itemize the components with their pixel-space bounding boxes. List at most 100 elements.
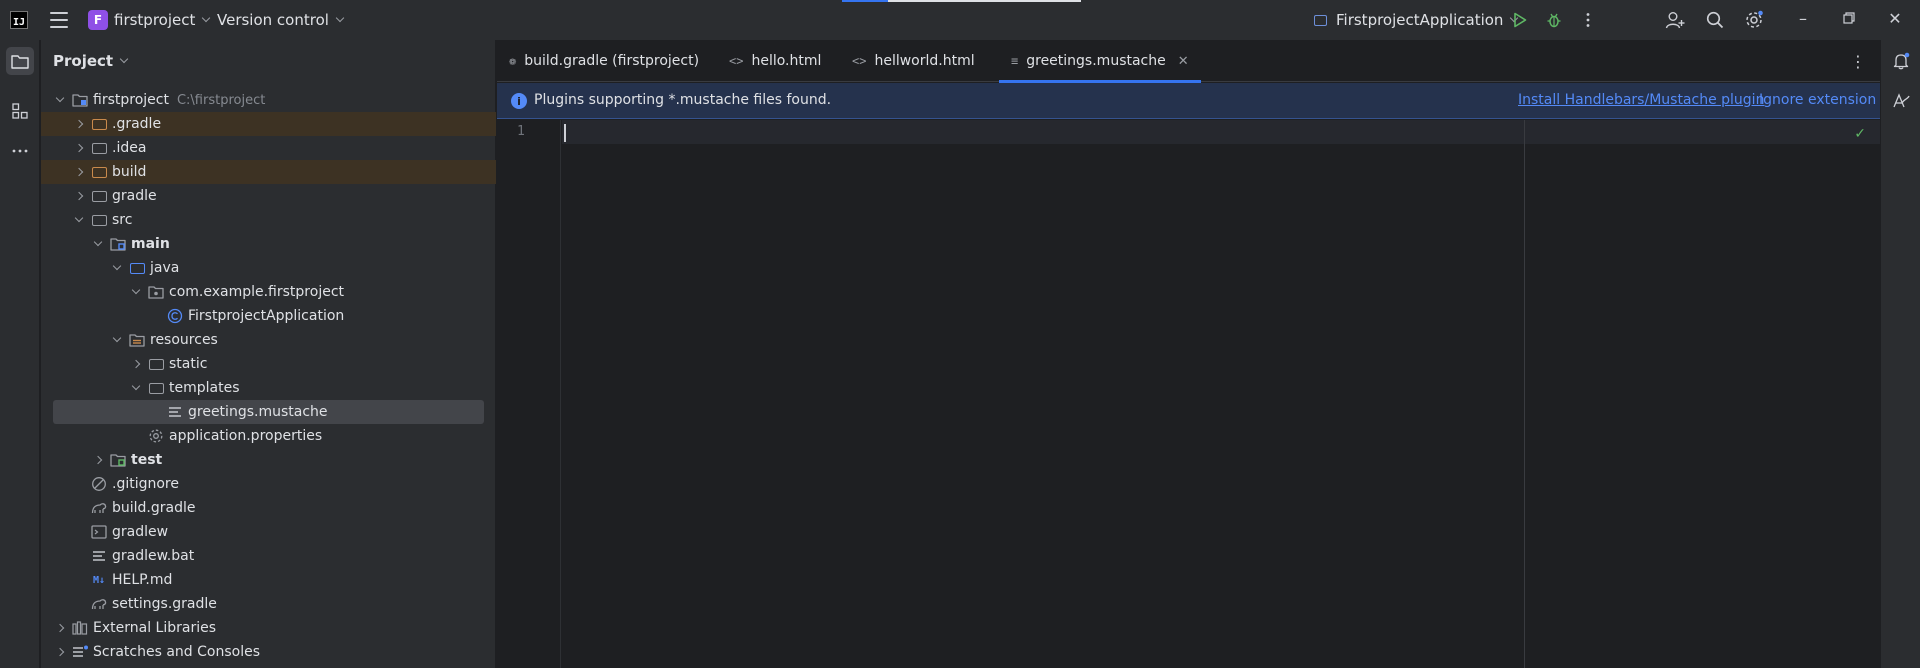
tree-item-label: Scratches and Consoles <box>93 644 260 660</box>
project-badge[interactable]: F <box>88 10 108 30</box>
tree-item-application-properties[interactable]: application.properties <box>41 424 496 448</box>
chevron-right-icon[interactable] <box>90 452 106 468</box>
ai-assistant-icon[interactable] <box>1887 87 1915 115</box>
tree-item-label: com.example.firstproject <box>169 284 345 300</box>
main-menu-icon[interactable] <box>50 12 68 28</box>
chevron-right-icon[interactable] <box>71 140 87 156</box>
folder-icon <box>148 356 164 372</box>
tree-item-firstproject[interactable]: firstproject C:\firstproject <box>41 88 496 112</box>
tree-item-label: settings.gradle <box>112 596 217 612</box>
tab-greetings-mustache[interactable]: ≡ greetings.mustache ✕ <box>999 40 1201 83</box>
tab-hellworld-html[interactable]: <> hellworld.html <box>852 40 975 82</box>
tree-item-help-md[interactable]: M↓ HELP.md <box>41 568 496 592</box>
close-window-icon[interactable]: ✕ <box>1885 9 1905 28</box>
progress-indicator <box>842 0 888 2</box>
tree-item-gradle[interactable]: gradle <box>41 184 496 208</box>
tree-item-java[interactable]: java <box>41 256 496 280</box>
folder-icon <box>91 212 107 228</box>
tree-item-greetings-mustache[interactable]: greetings.mustache <box>53 400 484 424</box>
chevron-down-icon[interactable] <box>128 380 144 396</box>
chevron-down-icon[interactable] <box>109 332 125 348</box>
more-actions-icon[interactable] <box>1578 10 1598 30</box>
debug-icon[interactable] <box>1544 10 1564 30</box>
tab-label: hellworld.html <box>874 53 975 69</box>
project-switcher[interactable]: firstproject <box>114 11 211 29</box>
minimize-icon[interactable]: – <box>1793 9 1813 28</box>
chevron-right-icon[interactable] <box>71 188 87 204</box>
left-tool-strip <box>0 40 40 668</box>
close-tab-icon[interactable]: ✕ <box>1178 54 1189 69</box>
more-tools-icon[interactable] <box>6 137 34 165</box>
chevron-right-icon[interactable] <box>52 644 68 660</box>
tree-item-build-gradle[interactable]: build.gradle <box>41 496 496 520</box>
add-user-icon[interactable] <box>1665 10 1685 30</box>
chevron-right-icon[interactable] <box>52 620 68 636</box>
version-control-label: Version control <box>217 11 329 29</box>
tree-item-src[interactable]: src <box>41 208 496 232</box>
tree-item-build[interactable]: build <box>41 160 496 184</box>
chevron-right-icon[interactable] <box>71 164 87 180</box>
text-file-icon: ≡ <box>1011 54 1019 68</box>
tab-build-gradle[interactable]: ❁ build.gradle (firstproject) <box>509 40 699 82</box>
code-editor[interactable]: 1 ✓ <box>497 120 1880 668</box>
version-control-menu[interactable]: Version control <box>217 11 345 29</box>
chevron-right-icon[interactable] <box>71 116 87 132</box>
chevron-down-icon[interactable] <box>128 284 144 300</box>
chevron-down-icon[interactable] <box>109 260 125 276</box>
tree-item-firstprojectapplication[interactable]: FirstprojectApplication <box>41 304 496 328</box>
tree-item-external-libraries[interactable]: External Libraries <box>41 616 496 640</box>
tab-options-icon[interactable]: ⋮ <box>1850 52 1866 71</box>
module-folder-icon <box>72 92 88 108</box>
notifications-bell-icon[interactable] <box>1887 47 1915 75</box>
gradle-file-icon <box>91 500 107 516</box>
tree-item-idea[interactable]: .idea <box>41 136 496 160</box>
tree-item-label: .idea <box>112 140 147 156</box>
project-panel: Project firstproject C:\firstproject .grad… <box>41 40 496 668</box>
folder-icon <box>91 140 107 156</box>
ignore-file-icon <box>91 476 107 492</box>
tree-item-gitignore[interactable]: .gitignore <box>41 472 496 496</box>
install-plugin-link[interactable]: Install Handlebars/Mustache plugin <box>1518 92 1764 108</box>
tree-item-main[interactable]: main <box>41 232 496 256</box>
tree-item-label: resources <box>150 332 218 348</box>
run-configuration-selector[interactable]: FirstprojectApplication <box>1314 11 1519 29</box>
tree-item-templates[interactable]: templates <box>41 376 496 400</box>
structure-tool-icon[interactable] <box>6 97 34 125</box>
tree-item-scratches-and-consoles[interactable]: Scratches and Consoles <box>41 640 496 664</box>
project-panel-title[interactable]: Project <box>53 52 129 70</box>
right-tool-strip <box>1880 40 1920 668</box>
search-icon[interactable] <box>1705 10 1725 30</box>
tree-item-label: .gradle <box>112 116 162 132</box>
tree-item-gradlew-bat[interactable]: gradlew.bat <box>41 544 496 568</box>
settings-gear-icon[interactable] <box>1744 10 1764 30</box>
tree-item-resources[interactable]: resources <box>41 328 496 352</box>
tab-hello-html[interactable]: <> hello.html <box>729 40 821 82</box>
tree-item-label: main <box>131 236 170 252</box>
tree-item-gradle[interactable]: .gradle <box>41 112 496 136</box>
tree-item-settings-gradle[interactable]: settings.gradle <box>41 592 496 616</box>
intellij-logo-icon[interactable]: IJ <box>10 11 28 29</box>
tree-item-label: static <box>169 356 208 372</box>
application-config-icon <box>1314 14 1327 26</box>
tree-item-com-example-firstproject[interactable]: com.example.firstproject <box>41 280 496 304</box>
tree-item-test[interactable]: test <box>41 448 496 472</box>
text-caret <box>564 124 566 142</box>
restore-icon[interactable] <box>1839 9 1859 28</box>
run-icon[interactable] <box>1510 10 1530 30</box>
resources-folder-icon <box>129 332 145 348</box>
tree-item-gradlew[interactable]: gradlew <box>41 520 496 544</box>
project-tool-icon[interactable] <box>6 47 34 75</box>
chevron-down-icon[interactable] <box>52 92 68 108</box>
ignore-extension-link[interactable]: Ignore extension <box>1759 92 1876 108</box>
chevron-down-icon[interactable] <box>71 212 87 228</box>
no-problems-check-icon[interactable]: ✓ <box>1854 126 1866 142</box>
tree-item-static[interactable]: static <box>41 352 496 376</box>
chevron-down-icon[interactable] <box>90 236 106 252</box>
properties-file-icon <box>148 428 164 444</box>
banner-message: Plugins supporting *.mustache files foun… <box>534 92 832 108</box>
chevron-right-icon[interactable] <box>128 356 144 372</box>
